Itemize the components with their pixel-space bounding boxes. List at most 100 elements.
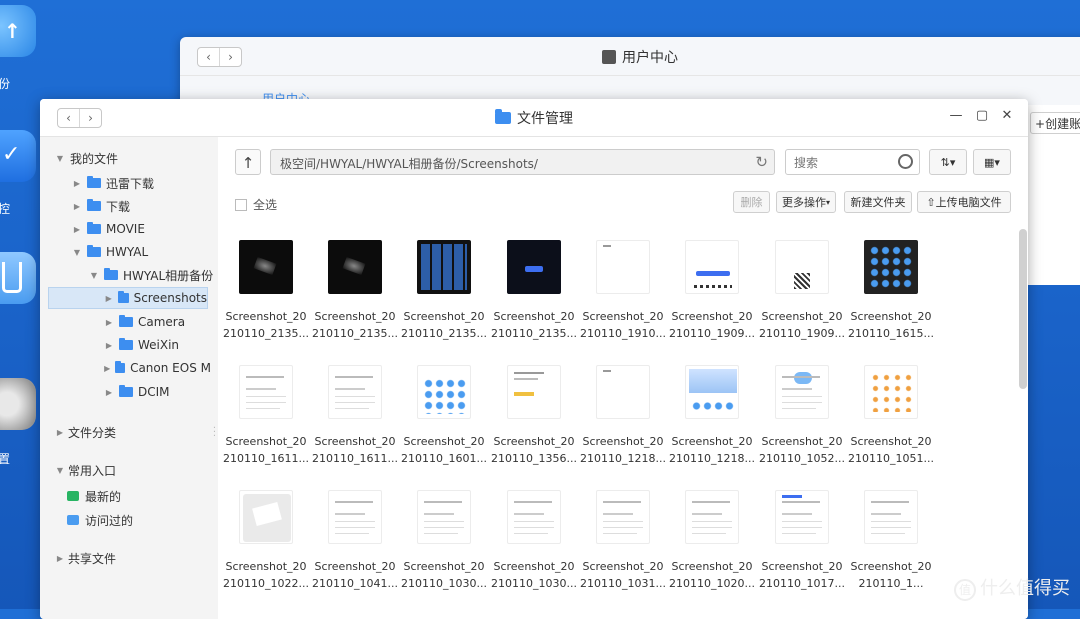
file-tile[interactable]: Screenshot_20 210110_1031...: [580, 490, 666, 592]
sidebar-common[interactable]: ▼ 常用入口: [54, 459, 116, 481]
file-tile[interactable]: Screenshot_20 210110_1218...: [669, 365, 755, 467]
file-tile[interactable]: Screenshot_20 210110_2135...: [312, 240, 398, 342]
sidebar-recent[interactable]: 最新的: [67, 485, 121, 507]
sidebar-item-xunlei[interactable]: ▶ 迅雷下载: [71, 172, 154, 194]
file-tile[interactable]: Screenshot_20 210110_1909...: [669, 240, 755, 342]
file-name-line1: Screenshot_20: [671, 560, 753, 573]
sidebar-item-hwyal[interactable]: ▼ HWYAL: [71, 241, 148, 263]
thumbnail: [239, 490, 293, 544]
new-folder-button[interactable]: 新建文件夹: [844, 191, 912, 213]
maximize-button[interactable]: ▢: [974, 108, 990, 123]
file-name-line2: 210110_1041...: [312, 577, 398, 590]
search-input[interactable]: [792, 153, 891, 173]
checkbox[interactable]: [235, 198, 247, 211]
recent-icon: [67, 491, 79, 501]
scrollbar[interactable]: [1019, 229, 1027, 389]
path-bar[interactable]: 极空间/HWYAL/HWYAL相册备份/Screenshots/ ↻: [270, 149, 775, 175]
search-box[interactable]: [785, 149, 920, 175]
refresh-icon[interactable]: ↻: [755, 153, 768, 171]
sidebar-item-weixin[interactable]: ▶ WeiXin: [103, 334, 179, 356]
sidebar-item-album-backup[interactable]: ▼ HWYAL相册备份: [88, 264, 213, 286]
file-tile[interactable]: Screenshot_20 210110_1611...: [312, 365, 398, 467]
caret-down-icon: ▼: [56, 153, 64, 163]
sidebar-item-download[interactable]: ▶ 下载: [71, 195, 130, 217]
user-center-titlebar: ‹ › 用户中心: [180, 37, 1080, 76]
file-name-line2: 210110_1909...: [759, 327, 845, 340]
thumbnail: [596, 365, 650, 419]
monitor-chart-icon[interactable]: ✓: [0, 130, 36, 182]
view-mode-button[interactable]: ▦▾: [973, 149, 1011, 175]
file-name-line2: 210110_1611...: [223, 452, 309, 465]
more-actions-button[interactable]: 更多操作 ▾: [776, 191, 836, 213]
sidebar-item-screenshots[interactable]: ▶ Screenshots: [48, 287, 208, 309]
file-name-line1: Screenshot_20: [403, 435, 485, 448]
thumbnail: [685, 240, 739, 294]
sidebar-my-files[interactable]: ▼ 我的文件: [54, 147, 118, 169]
file-tile[interactable]: Screenshot_20 210110_1022...: [223, 490, 309, 592]
file-tile[interactable]: Screenshot_20 210110_1611...: [223, 365, 309, 467]
sort-icon: ⇅▾: [940, 155, 956, 169]
file-name-line2: 210110_1611...: [312, 452, 398, 465]
sidebar-shared-label: 共享文件: [68, 551, 117, 566]
folder-icon: [115, 361, 126, 373]
sidebar-item-canon[interactable]: ▶ Canon EOS M: [103, 357, 211, 379]
sidebar-item-label: MOVIE: [106, 222, 145, 236]
caret-down-icon: ▾: [825, 197, 830, 207]
file-tile[interactable]: Screenshot_20 210110_2135...: [401, 240, 487, 342]
file-tile[interactable]: Screenshot_20 210110_1041...: [312, 490, 398, 592]
file-name-line2: 210110_1615...: [848, 327, 934, 340]
file-tile[interactable]: Screenshot_20 210110_2135...: [491, 240, 577, 342]
thumbnail: [864, 365, 918, 419]
file-tile[interactable]: Screenshot_20 210110_1052...: [759, 365, 845, 467]
thumbnail: [239, 240, 293, 294]
thumbnail: [864, 240, 918, 294]
select-all[interactable]: 全选: [235, 196, 277, 213]
sidebar-shared[interactable]: ▶ 共享文件: [54, 547, 116, 569]
desktop-label-backup[interactable]: 盘备份: [0, 75, 40, 92]
file-tile[interactable]: Screenshot_20 210110_1356...: [491, 365, 577, 467]
desktop-label-settings[interactable]: 统设置: [0, 450, 40, 467]
close-button[interactable]: ✕: [999, 108, 1015, 123]
delete-button[interactable]: 删除: [733, 191, 770, 213]
sort-button[interactable]: ⇅▾: [929, 149, 967, 175]
file-name-line2: 210110_2135...: [312, 327, 398, 340]
file-tile[interactable]: Screenshot_20 210110_1020...: [669, 490, 755, 592]
file-name-line2: 210110_1218...: [580, 452, 666, 465]
file-tile[interactable]: Screenshot_20 210110_1030...: [401, 490, 487, 592]
user-center-tab[interactable]: 用户中心: [262, 91, 310, 99]
user-avatar-icon: [602, 50, 616, 64]
sidebar-item-movie[interactable]: ▶ MOVIE: [71, 218, 145, 240]
desktop-label-trash[interactable]: 收站: [0, 325, 40, 342]
gear-icon[interactable]: [0, 378, 36, 430]
file-name-line2: 210110_1909...: [669, 327, 755, 340]
file-tile[interactable]: Screenshot_20 210110_1218...: [580, 365, 666, 467]
file-tile[interactable]: Screenshot_20 210110_1...: [848, 490, 934, 592]
thumbnail: [775, 490, 829, 544]
file-tile[interactable]: Screenshot_20 210110_1910...: [580, 240, 666, 342]
sidebar-item-dcim[interactable]: ▶ DCIM: [103, 381, 170, 403]
sidebar-visited[interactable]: 访问过的: [67, 509, 133, 531]
folder-icon: [104, 268, 118, 280]
trash-icon[interactable]: [0, 252, 36, 304]
sidebar-resize-handle[interactable]: · · ·: [213, 424, 216, 442]
file-tile[interactable]: Screenshot_20 210110_1030...: [491, 490, 577, 592]
file-tile[interactable]: Screenshot_20 210110_1909...: [759, 240, 845, 342]
upload-button[interactable]: ⇧ 上传电脑文件: [917, 191, 1011, 213]
minimize-button[interactable]: —: [948, 108, 964, 123]
file-tile[interactable]: Screenshot_20 210110_1051...: [848, 365, 934, 467]
file-tile[interactable]: Screenshot_20 210110_2135...: [223, 240, 309, 342]
thumbnail: [864, 490, 918, 544]
up-button[interactable]: ↑: [235, 149, 261, 175]
desktop-label-monitor[interactable]: 备监控: [0, 200, 40, 217]
search-icon[interactable]: [898, 154, 913, 169]
cloud-backup-icon[interactable]: ↑: [0, 5, 36, 57]
file-tile[interactable]: Screenshot_20 210110_1017...: [759, 490, 845, 592]
file-name-line2: 210110_2135...: [401, 327, 487, 340]
file-tile[interactable]: Screenshot_20 210110_1601...: [401, 365, 487, 467]
file-name-line1: Screenshot_20: [493, 560, 575, 573]
sidebar-item-camera[interactable]: ▶ Camera: [103, 311, 185, 333]
file-tile[interactable]: Screenshot_20 210110_1615...: [848, 240, 934, 342]
sidebar-file-category[interactable]: ▶ 文件分类: [54, 421, 116, 443]
thumbnail: [775, 240, 829, 294]
create-account-button[interactable]: +创建账: [1030, 112, 1080, 134]
